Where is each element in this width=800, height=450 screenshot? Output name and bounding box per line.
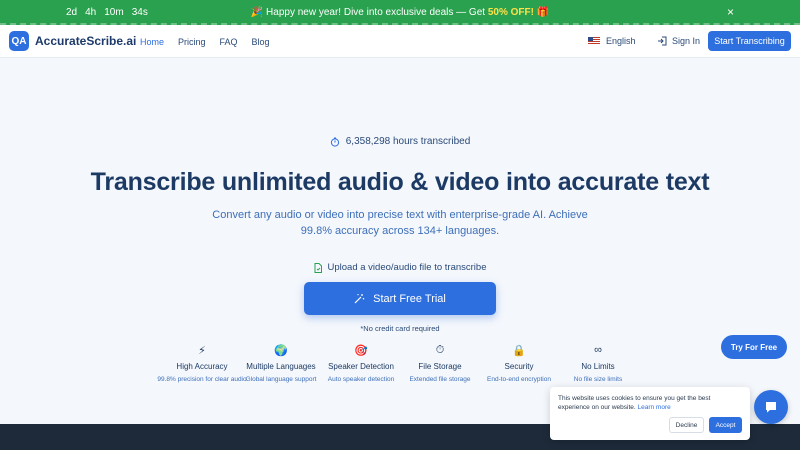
language-label: English <box>606 36 636 46</box>
infinity-icon: ∞ <box>594 344 602 356</box>
feature-desc: No file size limits <box>573 376 623 383</box>
language-selector[interactable]: English <box>588 36 636 46</box>
nav-link-blog[interactable]: Blog <box>252 37 270 47</box>
feature-security: 🔒 Security End-to-end encryption <box>474 344 564 384</box>
close-icon[interactable]: × <box>727 5 734 19</box>
feature-high-accuracy: ⚡ High Accuracy 99.8% precision for clea… <box>157 344 247 384</box>
timer-icon: ⏱ <box>435 344 445 356</box>
hours-stat: 6,358,298 hours transcribed <box>0 136 800 147</box>
promo-text: Happy new year! Dive into exclusive deal… <box>266 7 486 18</box>
cookie-text: This website uses cookies to ensure you … <box>558 394 742 412</box>
target-icon: 🎯 <box>354 345 368 357</box>
party-icon: 🎉 <box>250 7 264 18</box>
trial-button-label: Start Free Trial <box>373 292 446 305</box>
promo-highlight: 50% OFF! <box>487 7 534 18</box>
cookie-message: This website uses cookies to ensure you … <box>558 395 711 411</box>
promo-banner: 2d 4h 10m 34s 🎉 Happy new year! Dive int… <box>0 0 800 25</box>
feature-no-limits: ∞ No Limits No file size limits <box>553 344 643 384</box>
logo-mark: QA <box>9 31 29 51</box>
start-free-trial-button[interactable]: Start Free Trial <box>304 282 496 315</box>
nav-link-faq[interactable]: FAQ <box>220 37 238 47</box>
lightning-icon: ⚡ <box>198 345 206 357</box>
hero-title: Transcribe unlimited audio & video into … <box>90 168 710 196</box>
try-for-free-button[interactable]: Try For Free <box>721 335 787 359</box>
logo[interactable]: QA AccurateScribe.ai <box>9 31 136 51</box>
feature-title: High Accuracy <box>176 362 228 371</box>
nav-link-home[interactable]: Home <box>140 37 164 47</box>
promo-message[interactable]: 🎉 Happy new year! Dive into exclusive de… <box>0 7 800 18</box>
feature-title: Multiple Languages <box>246 362 316 371</box>
gift-icon: 🎁 <box>536 7 550 18</box>
nav-links: Home Pricing FAQ Blog <box>140 37 270 47</box>
stopwatch-icon <box>330 137 339 147</box>
hero-subtitle: Convert any audio or video into precise … <box>212 209 588 237</box>
upload-label: Upload a video/audio file to transcribe <box>327 262 487 273</box>
cookie-banner: This website uses cookies to ensure you … <box>550 387 750 440</box>
feature-desc: End-to-end encryption <box>487 376 551 383</box>
sign-in-label: Sign In <box>672 36 701 46</box>
feature-file-storage: ⏱ File Storage Extended file storage <box>395 344 485 384</box>
nav-link-pricing[interactable]: Pricing <box>178 37 206 47</box>
feature-desc: 99.8% precision for clear audio <box>157 376 247 383</box>
us-flag-icon <box>588 37 600 45</box>
no-credit-card-note: *No credit card required <box>360 324 440 333</box>
chat-button[interactable] <box>754 390 788 424</box>
feature-title: Speaker Detection <box>328 362 394 371</box>
navbar: QA AccurateScribe.ai Home Pricing FAQ Bl… <box>0 25 800 58</box>
feature-title: No Limits <box>581 362 615 371</box>
globe-icon: 🌍 <box>274 345 288 357</box>
logo-text: AccurateScribe.ai <box>35 34 137 48</box>
upload-prompt[interactable]: Upload a video/audio file to transcribe <box>0 262 800 273</box>
feature-desc: Global language support <box>245 376 317 383</box>
chat-icon <box>766 402 776 413</box>
accept-button[interactable]: Accept <box>709 417 742 433</box>
magic-wand-icon <box>354 294 365 304</box>
feature-desc: Auto speaker detection <box>327 376 395 383</box>
decline-button[interactable]: Decline <box>669 417 704 433</box>
lock-icon: 🔒 <box>512 345 526 357</box>
feature-desc: Extended file storage <box>409 376 471 383</box>
feature-title: File Storage <box>418 362 462 371</box>
start-transcribing-button[interactable]: Start Transcribing <box>708 31 791 51</box>
feature-title: Security <box>504 362 534 371</box>
sign-in-link[interactable]: Sign In <box>657 36 700 46</box>
learn-more-link[interactable]: Learn more <box>638 404 671 411</box>
feature-speaker-detection: 🎯 Speaker Detection Auto speaker detecti… <box>316 344 406 384</box>
hours-stat-text: 6,358,298 hours transcribed <box>345 136 471 147</box>
sign-in-icon <box>658 36 667 46</box>
feature-multiple-languages: 🌍 Multiple Languages Global language sup… <box>236 344 326 384</box>
file-icon <box>314 262 322 273</box>
